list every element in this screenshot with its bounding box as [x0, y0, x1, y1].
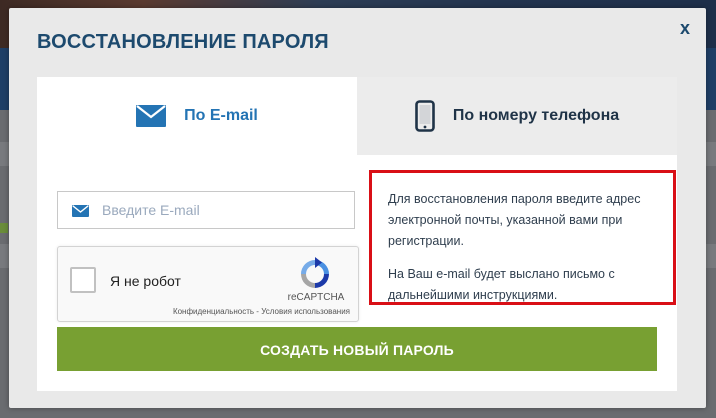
envelope-icon: [72, 204, 89, 222]
recaptcha-widget: Я не робот reCAPTCHA Конфиденциальность …: [57, 246, 359, 322]
recaptcha-label: Я не робот: [110, 273, 181, 289]
recovery-panel: По E-mail По номеру телефона Введите E-m…: [37, 77, 677, 391]
instructions-box: Для восстановления пароля введите адрес …: [369, 170, 676, 305]
tab-by-email[interactable]: По E-mail: [37, 77, 357, 155]
recaptcha-privacy-terms-link[interactable]: Конфиденциальность - Условия использован…: [158, 307, 350, 316]
email-field[interactable]: [102, 192, 342, 228]
password-recovery-modal: ВОССТАНОВЛЕНИЕ ПАРОЛЯ x По E-mail По ном…: [9, 8, 706, 408]
create-new-password-button[interactable]: СОЗДАТЬ НОВЫЙ ПАРОЛЬ: [57, 327, 657, 371]
tab-by-phone[interactable]: По номеру телефона: [357, 77, 677, 155]
close-button[interactable]: x: [674, 17, 696, 39]
email-field-wrapper: [57, 191, 355, 229]
instructions-text: Для восстановления пароля введите адрес …: [388, 192, 641, 248]
tab-label: По номеру телефона: [452, 107, 620, 124]
smartphone-icon: [415, 100, 435, 132]
envelope-icon: [136, 105, 167, 127]
background-marker: [0, 223, 8, 233]
modal-title: ВОССТАНОВЛЕНИЕ ПАРОЛЯ: [37, 31, 329, 53]
recaptcha-logo-icon: [298, 257, 332, 296]
recaptcha-checkbox[interactable]: [70, 267, 96, 293]
instructions-text: На Ваш e-mail будет выслано письмо с дал…: [388, 267, 615, 302]
recaptcha-brand: reCAPTCHA: [287, 292, 345, 303]
tab-label: По E-mail: [184, 107, 258, 124]
